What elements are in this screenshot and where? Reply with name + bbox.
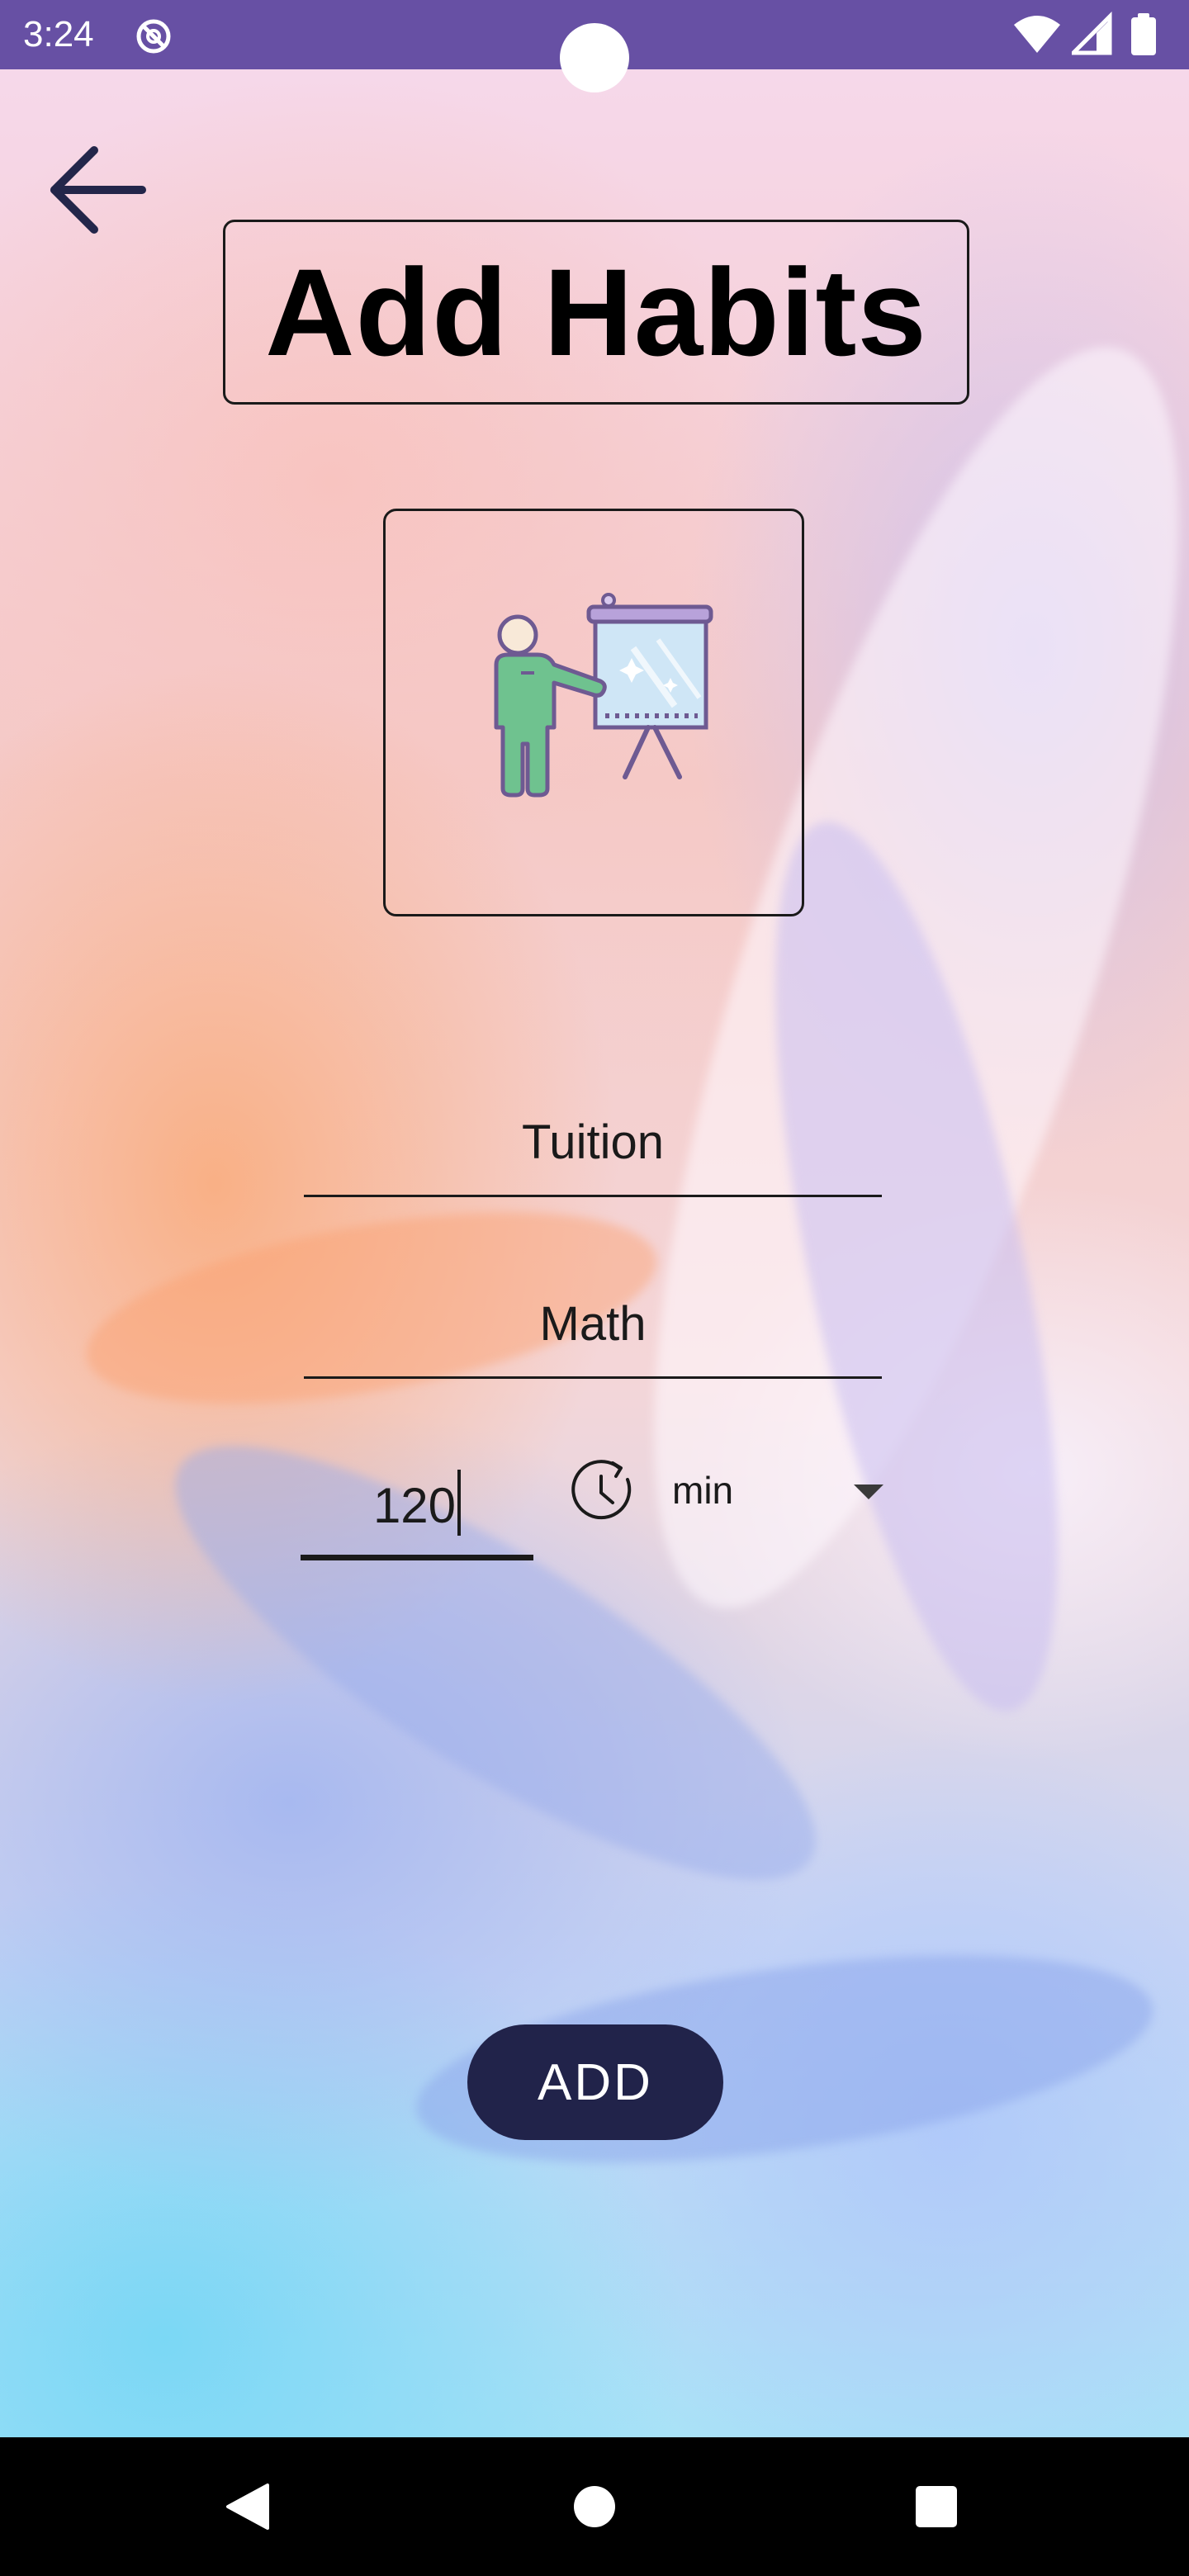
- no-disturb-icon: [136, 19, 171, 54]
- system-navigation-bar: [0, 2437, 1189, 2576]
- duration-underline: [301, 1555, 533, 1560]
- habit-description-value: Math: [539, 1297, 647, 1351]
- nav-back-icon: [226, 2484, 269, 2530]
- arrow-back-icon: [50, 146, 146, 234]
- habit-name-value: Tuition: [522, 1115, 664, 1169]
- status-time: 3:24: [23, 14, 94, 54]
- habit-description-underline: [304, 1376, 882, 1379]
- text-cursor: [457, 1470, 462, 1536]
- duration-value: 120: [372, 1478, 457, 1533]
- duration-unit-dropdown[interactable]: min: [570, 1451, 892, 1531]
- nav-home-icon: [574, 2486, 615, 2527]
- habit-name-underline: [304, 1195, 882, 1197]
- page-title-box: Add Habits: [223, 220, 969, 405]
- teacher-presentation-icon: [494, 593, 713, 798]
- status-bar: 3:24: [0, 0, 1189, 92]
- duration-value-wrapper: 120: [301, 1470, 533, 1536]
- nav-home-button[interactable]: [528, 2437, 661, 2576]
- add-button-label: ADD: [538, 2053, 653, 2111]
- habit-name-field[interactable]: Tuition: [304, 1106, 882, 1197]
- add-habits-screen: 3:24 Add Habits Tuition Math 120 min ADD: [0, 0, 1189, 2576]
- back-button[interactable]: [48, 140, 150, 243]
- nav-recents-icon: [916, 2486, 957, 2527]
- clock-timer-icon: [571, 1460, 632, 1520]
- nav-back-button[interactable]: [182, 2437, 314, 2576]
- duration-unit-value: min: [672, 1469, 734, 1512]
- habit-description-field[interactable]: Math: [304, 1288, 882, 1379]
- signal-icon: [1072, 12, 1112, 55]
- wifi-icon: [1014, 16, 1060, 53]
- add-habit-button[interactable]: ADD: [467, 2024, 723, 2140]
- habit-image-picker[interactable]: [383, 509, 804, 916]
- battery-icon: [1131, 13, 1156, 55]
- dropdown-arrow-icon: [854, 1485, 883, 1499]
- duration-input[interactable]: 120: [301, 1442, 533, 1560]
- nav-recents-button[interactable]: [870, 2437, 1002, 2576]
- page-title: Add Habits: [265, 242, 927, 381]
- status-icons: [1012, 12, 1169, 58]
- camera-cutout: [560, 23, 629, 92]
